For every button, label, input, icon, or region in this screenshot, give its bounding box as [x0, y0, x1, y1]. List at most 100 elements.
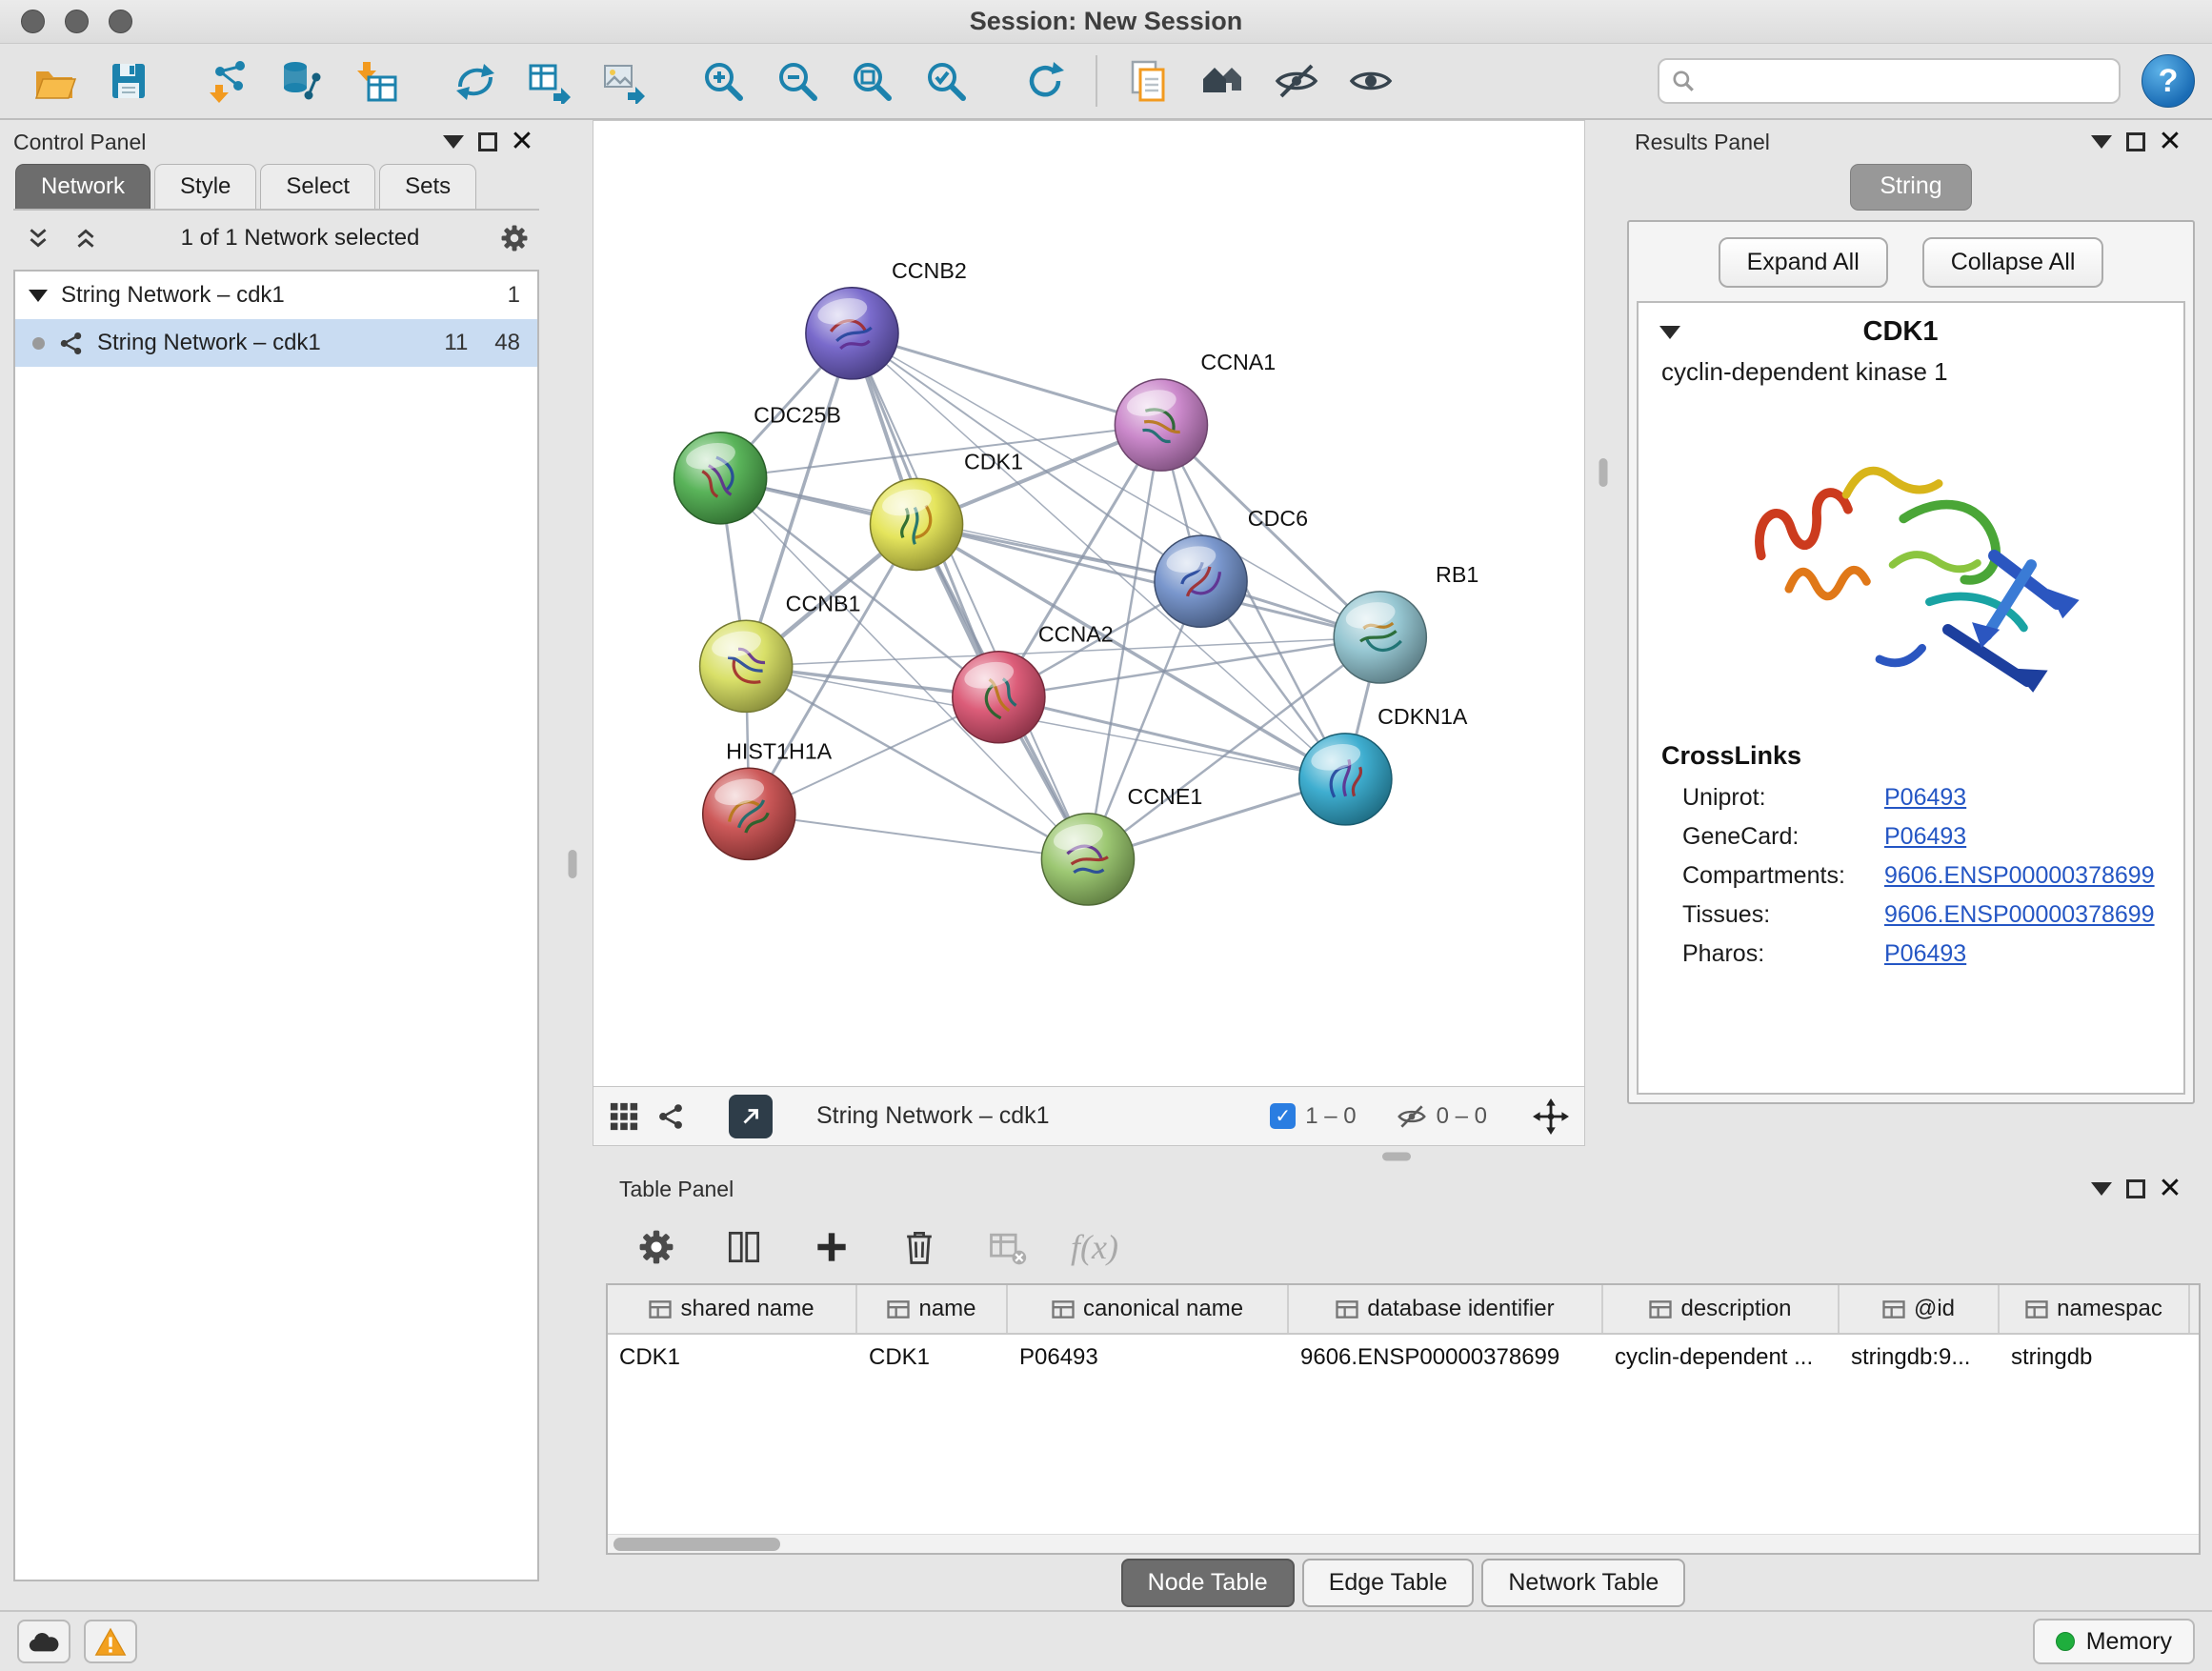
network-edge[interactable]	[746, 666, 1345, 779]
network-node-ccnb1[interactable]: CCNB1	[700, 591, 861, 712]
crosslink-link[interactable]: 9606.ENSP00000378699	[1884, 901, 2155, 929]
detach-view-button[interactable]	[729, 1095, 773, 1138]
network-edge[interactable]	[749, 814, 1088, 859]
collapse-all-button[interactable]: Collapse All	[1922, 237, 2104, 288]
memory-button[interactable]: Memory	[2033, 1619, 2195, 1664]
tab-string[interactable]: String	[1850, 164, 1971, 211]
control-panel-menu-button[interactable]	[436, 125, 471, 159]
network-node-ccne1[interactable]: CCNE1	[1041, 784, 1202, 905]
results-panel-close-button[interactable]: ✕	[2153, 125, 2187, 159]
delete-table-button-disabled[interactable]	[979, 1219, 1035, 1275]
network-row[interactable]: String Network – cdk1 11 48	[15, 319, 537, 367]
network-node-cdk1[interactable]: CDK1	[870, 449, 1023, 570]
zoom-selected-button[interactable]	[909, 50, 983, 112]
table-cell[interactable]: CDK1	[608, 1335, 857, 1382]
function-builder-button-disabled[interactable]: f(x)	[1067, 1219, 1122, 1275]
splitter-handle[interactable]	[1599, 458, 1608, 487]
warnings-button[interactable]	[84, 1620, 137, 1663]
column-header-canonical-name[interactable]: canonical name	[1008, 1285, 1289, 1333]
network-edge[interactable]	[852, 333, 1088, 859]
pan-crosshair-icon[interactable]	[1533, 1098, 1569, 1135]
network-collection-row[interactable]: String Network – cdk1 1	[15, 272, 537, 319]
column-header-name[interactable]: name	[857, 1285, 1008, 1333]
table-cell[interactable]: stringdb	[2000, 1335, 2190, 1382]
expand-all-button[interactable]	[69, 221, 103, 255]
hide-selected-button[interactable]	[1259, 50, 1334, 112]
close-window-button[interactable]	[21, 10, 45, 33]
show-all-button[interactable]	[1334, 50, 1408, 112]
network-node-ccna1[interactable]: CCNA1	[1115, 350, 1276, 471]
save-session-button[interactable]	[91, 50, 166, 112]
results-panel-menu-button[interactable]	[2084, 125, 2119, 159]
table-panel-close-button[interactable]: ✕	[2153, 1172, 2187, 1206]
first-neighbors-button[interactable]	[1185, 50, 1259, 112]
table-cell[interactable]: 9606.ENSP00000378699	[1289, 1335, 1603, 1382]
network-edge[interactable]	[852, 333, 1160, 425]
table-options-button[interactable]	[629, 1219, 684, 1275]
results-panel-float-button[interactable]	[2119, 125, 2153, 159]
zoom-out-button[interactable]	[760, 50, 835, 112]
zoom-window-button[interactable]	[109, 10, 132, 33]
column-header-database-identifier[interactable]: database identifier	[1289, 1285, 1603, 1333]
network-options-button[interactable]	[497, 221, 532, 255]
import-table-button[interactable]	[339, 50, 413, 112]
delete-column-button[interactable]	[892, 1219, 947, 1275]
minimize-window-button[interactable]	[65, 10, 89, 33]
crosslink-link[interactable]: P06493	[1884, 823, 1966, 851]
column-header-namespac[interactable]: namespac	[2000, 1285, 2190, 1333]
network-node-rb1[interactable]: RB1	[1334, 562, 1478, 683]
search-input[interactable]	[1703, 68, 2107, 94]
control-panel-float-button[interactable]	[471, 125, 505, 159]
crosslink-link[interactable]: P06493	[1884, 940, 1966, 968]
table-cell[interactable]: stringdb:9...	[1840, 1335, 2000, 1382]
control-panel-close-button[interactable]: ✕	[505, 125, 539, 159]
tab-sets[interactable]: Sets	[379, 164, 476, 209]
column-header-shared-name[interactable]: shared name	[608, 1285, 857, 1333]
crosslink-link[interactable]: 9606.ENSP00000378699	[1884, 862, 2155, 890]
collapse-all-button[interactable]	[21, 221, 55, 255]
network-canvas[interactable]: CCNB2CCNA1CDC25BCDK1CDC6RB1CCNB1CCNA2CDK…	[593, 120, 1585, 1087]
selected-checkbox-icon[interactable]: ✓	[1270, 1103, 1296, 1129]
table-panel-menu-button[interactable]	[2084, 1172, 2119, 1206]
zoom-in-button[interactable]	[686, 50, 760, 112]
help-button[interactable]: ?	[2142, 54, 2195, 108]
table-cell[interactable]: P06493	[1008, 1335, 1289, 1382]
tab-network[interactable]: Network	[15, 164, 151, 209]
refresh-view-button[interactable]	[1008, 50, 1082, 112]
tab-edge-table[interactable]: Edge Table	[1302, 1559, 1475, 1607]
table-cell[interactable]: CDK1	[857, 1335, 1008, 1382]
copy-document-button[interactable]	[1111, 50, 1185, 112]
splitter-handle[interactable]	[1382, 1153, 1411, 1161]
splitter-handle[interactable]	[569, 850, 577, 878]
table-horizontal-scrollbar[interactable]	[608, 1534, 2199, 1553]
expand-all-button[interactable]: Expand All	[1719, 237, 1888, 288]
tab-node-table[interactable]: Node Table	[1121, 1559, 1295, 1607]
network-node-cdc25b[interactable]: CDC25B	[674, 403, 841, 524]
network-share-icon[interactable]	[656, 1102, 685, 1131]
birdseye-grid-icon[interactable]	[609, 1101, 639, 1132]
column-header--id[interactable]: @id	[1840, 1285, 2000, 1333]
right-splitter[interactable]	[1585, 120, 1621, 1146]
cloud-status-button[interactable]	[17, 1620, 70, 1663]
column-header-description[interactable]: description	[1603, 1285, 1840, 1333]
network-node-hist1h1a[interactable]: HIST1H1A	[703, 738, 833, 859]
disclosure-triangle-icon[interactable]	[1659, 326, 1680, 339]
export-image-button[interactable]	[587, 50, 661, 112]
network-node-cdkn1a[interactable]: CDKN1A	[1299, 704, 1468, 825]
add-column-button[interactable]	[804, 1219, 859, 1275]
table-row[interactable]: CDK1CDK1P064939606.ENSP00000378699cyclin…	[608, 1335, 2199, 1382]
horizontal-splitter[interactable]	[593, 1146, 2201, 1167]
show-columns-button[interactable]	[716, 1219, 772, 1275]
new-network-from-selection-button[interactable]	[438, 50, 513, 112]
zoom-fit-button[interactable]	[835, 50, 909, 112]
hidden-eye-slash-icon[interactable]	[1397, 1101, 1427, 1132]
crosslink-link[interactable]: P06493	[1884, 784, 1966, 812]
network-edge[interactable]	[916, 524, 1380, 637]
table-cell[interactable]: cyclin-dependent ...	[1603, 1335, 1840, 1382]
tab-style[interactable]: Style	[154, 164, 256, 209]
tab-network-table[interactable]: Network Table	[1481, 1559, 1685, 1607]
table-panel-float-button[interactable]	[2119, 1172, 2153, 1206]
open-session-button[interactable]	[17, 50, 91, 112]
disclosure-triangle-icon[interactable]	[29, 290, 48, 302]
import-network-database-button[interactable]	[265, 50, 339, 112]
